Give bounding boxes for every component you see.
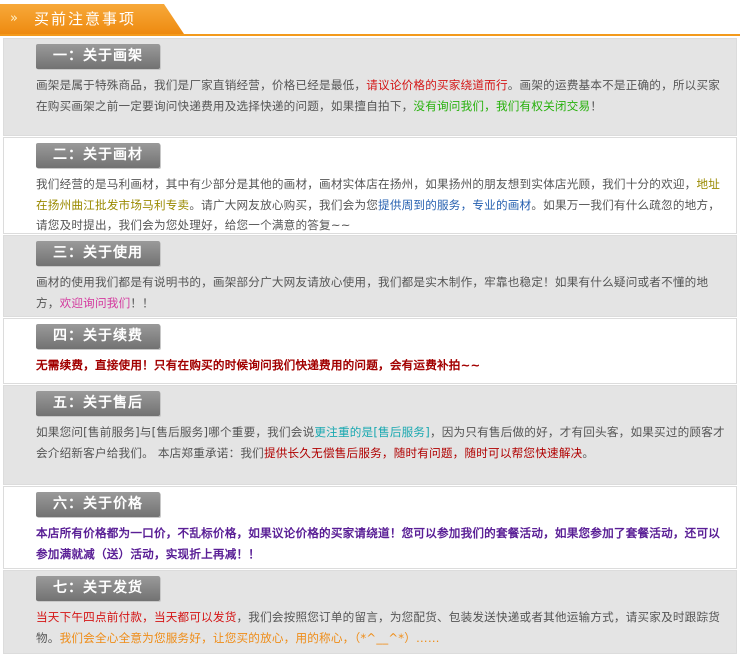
section-text: 画材的使用我们都是有说明书的，画架部分广大网友请放心使用，我们都是实木制作，牢靠… xyxy=(36,272,730,313)
section-text: 当天下午四点前付款，当天都可以发货，我们会按照您订单的留言，为您配货、包装发送快… xyxy=(36,607,730,648)
section-title: 二：关于画材 xyxy=(36,143,160,168)
section-title: 三：关于使用 xyxy=(36,241,160,266)
section-card-3: 三：关于使用 画材的使用我们都是有说明书的，画架部分广大网友请放心使用，我们都是… xyxy=(3,235,737,317)
text-run: 。 xyxy=(582,445,595,460)
section-text: 如果您问[售前服务]与[售后服务]哪个重要，我们会说更注重的是[售后服务]，因为… xyxy=(36,422,730,463)
section-card-1: 一：关于画架 画架是属于特殊商品，我们是厂家直销经营，价格已经是最低，请议论价格… xyxy=(3,38,737,136)
text-run: 更注重的是[售后服务] xyxy=(314,425,430,439)
text-run: 提供长久无偿售后服务，随时有问题，随时可以帮您快速解决 xyxy=(263,445,583,460)
text-run: 当天下午四点前付款，当天都可以发货 xyxy=(36,610,237,624)
double-chevron-icon: » xyxy=(10,11,18,26)
section-title: 七：关于发货 xyxy=(36,576,160,601)
section-card-4: 四：关于续费 无需续费，直接使用！只有在购买的时候询问我们快递费用的问题，会有运… xyxy=(3,318,737,384)
text-run: 本店所有价格都为一口价，不乱标价格，如果议论价格的买家请绕道！您可以参加我们的套… xyxy=(36,526,721,561)
text-run: 没有询问我们，我们有权关闭交易 xyxy=(413,98,591,113)
section-text: 无需续费，直接使用！只有在购买的时候询问我们快递费用的问题，会有运费补拍~~ xyxy=(36,355,730,376)
text-run: 请议论价格的买家绕道而行 xyxy=(366,78,508,92)
section-card-6: 六：关于价格 本店所有价格都为一口价，不乱标价格，如果议论价格的买家请绕道！您可… xyxy=(3,486,737,569)
text-run: 提供周到的服务，专业的画材 xyxy=(378,197,532,212)
section-card-2: 二：关于画材 我们经营的是马利画材，其中有少部分是其他的画材，画材实体店在扬州，… xyxy=(3,137,737,234)
section-title: 四：关于续费 xyxy=(36,324,160,349)
text-run: 画架是属于特殊商品，我们是厂家直销经营，价格已经是最低， xyxy=(36,78,367,92)
section-title: 六：关于价格 xyxy=(36,492,160,517)
text-run: 无需续费，直接使用！只有在购买的时候询问我们快递费用的问题，会有运费补拍~~ xyxy=(36,358,481,372)
section-text: 画架是属于特殊商品，我们是厂家直销经营，价格已经是最低，请议论价格的买家绕道而行… xyxy=(36,75,730,116)
header-title: 买前注意事项 xyxy=(34,10,137,28)
section-card-7: 七：关于发货 当天下午四点前付款，当天都可以发货，我们会按照您订单的留言，为您配… xyxy=(3,570,737,654)
text-run: ！ xyxy=(590,98,603,113)
text-run: 我们经营的是马利画材，其中有少部分是其他的画材，画材实体店在扬州，如果扬州的朋友… xyxy=(36,177,697,191)
notice-panel: » 买前注意事项 一：关于画架 画架是属于特殊商品，我们是厂家直销经营，价格已经… xyxy=(0,0,740,657)
section-text: 我们经营的是马利画材，其中有少部分是其他的画材，画材实体店在扬州，如果扬州的朋友… xyxy=(36,174,730,236)
section-card-5: 五：关于售后 如果您问[售前服务]与[售后服务]哪个重要，我们会说更注重的是[售… xyxy=(3,385,737,485)
header-bar: » 买前注意事项 xyxy=(0,0,740,36)
section-title: 五：关于售后 xyxy=(36,391,160,416)
section-text: 本店所有价格都为一口价，不乱标价格，如果议论价格的买家请绕道！您可以参加我们的套… xyxy=(36,523,730,564)
text-run: 我们会全心全意为您服务好，让您买的放心，用的称心，（*^__^*）…… xyxy=(59,630,440,645)
text-run: 。请广大网友放心购买，我们会为您 xyxy=(189,197,379,212)
text-run: ！！ xyxy=(130,295,154,310)
header-tab: » 买前注意事项 xyxy=(0,4,184,34)
text-run: 欢迎询问我们 xyxy=(59,295,131,310)
text-run: 如果您问[售前服务]与[售后服务]哪个重要，我们会说 xyxy=(36,425,315,439)
section-title: 一：关于画架 xyxy=(36,44,160,69)
